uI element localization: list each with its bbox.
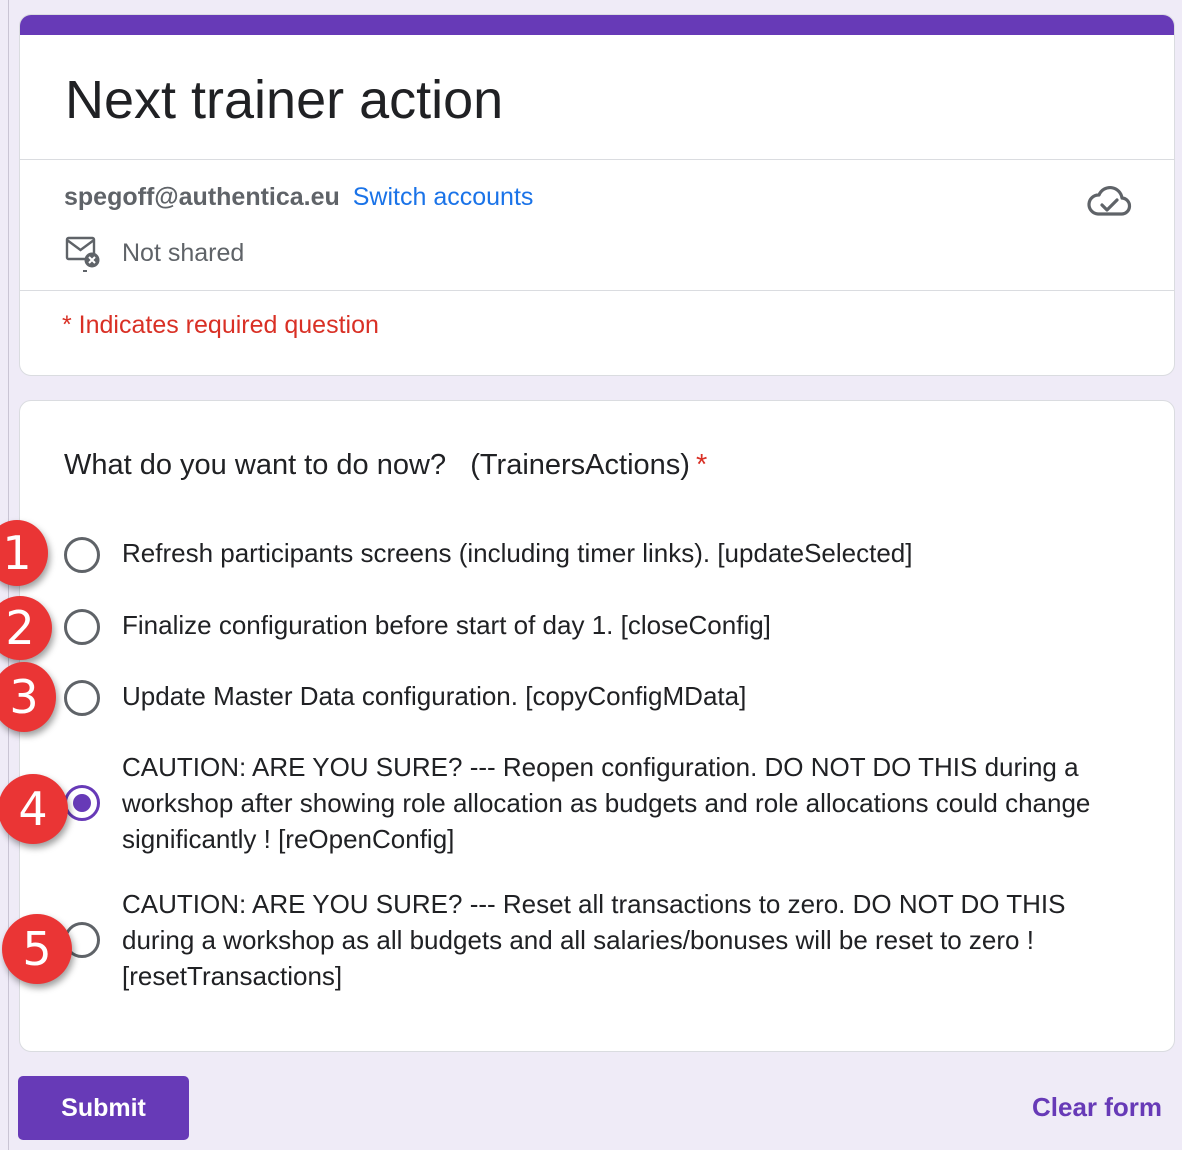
annotation-badge-5: 5	[2, 914, 72, 984]
switch-accounts-link[interactable]: Switch accounts	[353, 183, 534, 211]
cloud-check-icon	[1087, 185, 1132, 216]
header-divider	[20, 159, 1174, 160]
option-label: Refresh participants screens (including …	[122, 538, 913, 568]
option-label: Update Master Data configuration. [copyC…	[122, 681, 747, 711]
annotation-badge-4: 4	[0, 774, 68, 844]
radio-button[interactable]	[64, 537, 100, 573]
radio-button[interactable]	[64, 609, 100, 645]
account-row: spegoff@authentica.eu Switch accounts	[64, 181, 533, 213]
submit-button[interactable]: Submit	[18, 1076, 189, 1140]
mail-off-icon	[65, 236, 100, 272]
form-header-card: Next trainer action spegoff@authentica.e…	[19, 14, 1175, 376]
shared-status-text: Not shared	[122, 238, 245, 267]
form-title: Next trainer action	[65, 70, 504, 130]
required-question-note: * Indicates required question	[62, 311, 379, 339]
option-label: CAUTION: ARE YOU SURE? --- Reset all tra…	[122, 889, 1066, 991]
question-text: What do you want to do now? (TrainersAct…	[64, 449, 690, 481]
question-title: What do you want to do now? (TrainersAct…	[64, 447, 707, 483]
header-divider-2	[20, 290, 1174, 291]
option-label: Finalize configuration before start of d…	[122, 610, 771, 640]
sharing-status: Not shared	[64, 233, 244, 273]
question-card: What do you want to do now? (TrainersAct…	[19, 400, 1175, 1052]
radio-button-selected[interactable]	[64, 785, 100, 821]
option-label: CAUTION: ARE YOU SURE? --- Reopen config…	[122, 752, 1091, 854]
form-accent-bar	[20, 15, 1174, 35]
account-email: spegoff@authentica.eu	[64, 183, 340, 211]
radio-button[interactable]	[64, 680, 100, 716]
required-asterisk: *	[695, 449, 708, 481]
clear-form-button[interactable]: Clear form	[1032, 1092, 1162, 1123]
